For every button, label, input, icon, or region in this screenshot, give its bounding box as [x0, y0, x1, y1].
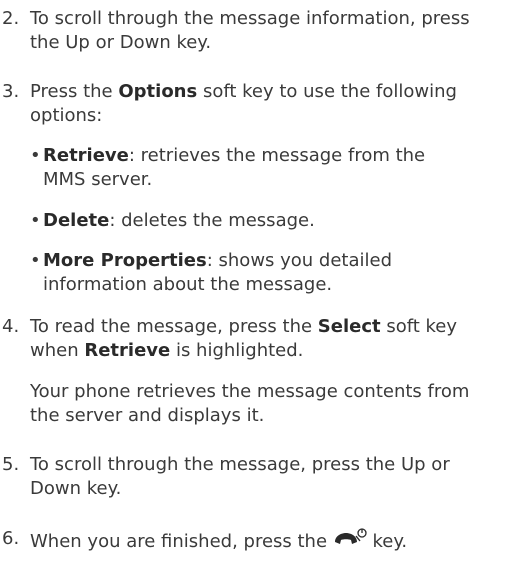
- step-text-line: To read the message, press the Select so…: [30, 316, 458, 337]
- bullet-term: Delete: [43, 210, 110, 231]
- bullet-more-properties: • More Properties: shows you detailed in…: [30, 249, 520, 297]
- bullet-dot: •: [30, 210, 41, 231]
- note-line: the server and displays it.: [30, 405, 265, 426]
- step-text-line: when Retrieve is highlighted.: [30, 340, 304, 361]
- step-text-line: options:: [30, 105, 103, 126]
- step-4-note: Your phone retrieves the message content…: [30, 380, 469, 428]
- step-text-line: the Up or Down key.: [30, 32, 212, 53]
- step-number: 6.: [2, 528, 20, 549]
- bullet-dot: •: [30, 145, 41, 166]
- step-text-line: When you are finished, press the key.: [30, 527, 528, 556]
- step-number: 3.: [2, 81, 20, 102]
- step-number: 5.: [2, 454, 20, 475]
- bullet-term: More Properties: [43, 250, 207, 271]
- step-text-line: To scroll through the message informatio…: [30, 8, 470, 29]
- step-text-line: To scroll through the message, press the…: [30, 454, 450, 475]
- bullet-retrieve: • Retrieve: retrieves the message from t…: [30, 144, 520, 192]
- retrieve-label: Retrieve: [84, 340, 171, 361]
- step-number: 4.: [2, 316, 20, 337]
- step-text-line: Down key.: [30, 478, 122, 499]
- options-key-label: Options: [118, 81, 198, 102]
- bullet-line: Delete: deletes the message.: [43, 210, 315, 231]
- step-5: 5. To scroll through the message, press …: [0, 453, 528, 501]
- bullet-dot: •: [30, 250, 41, 271]
- end-power-key-icon: [333, 527, 367, 556]
- step-4: 4. To read the message, press the Select…: [0, 315, 528, 363]
- step-text-line: Press the Options soft key to use the fo…: [30, 81, 457, 102]
- step-2: 2. To scroll through the message informa…: [0, 7, 528, 55]
- bullet-delete: • Delete: deletes the message.: [30, 209, 520, 233]
- step-number: 2.: [2, 8, 20, 29]
- bullet-line: Retrieve: retrieves the message from the: [43, 145, 426, 166]
- step-3: 3. Press the Options soft key to use the…: [0, 80, 528, 128]
- step-6: 6. When you are finished, press the key.: [0, 527, 528, 556]
- bullet-line: information about the message.: [43, 274, 333, 295]
- bullet-line: More Properties: shows you detailed: [43, 250, 393, 271]
- bullet-term: Retrieve: [43, 145, 129, 166]
- select-key-label: Select: [317, 316, 381, 337]
- bullet-line: MMS server.: [43, 169, 153, 190]
- note-line: Your phone retrieves the message content…: [30, 381, 470, 402]
